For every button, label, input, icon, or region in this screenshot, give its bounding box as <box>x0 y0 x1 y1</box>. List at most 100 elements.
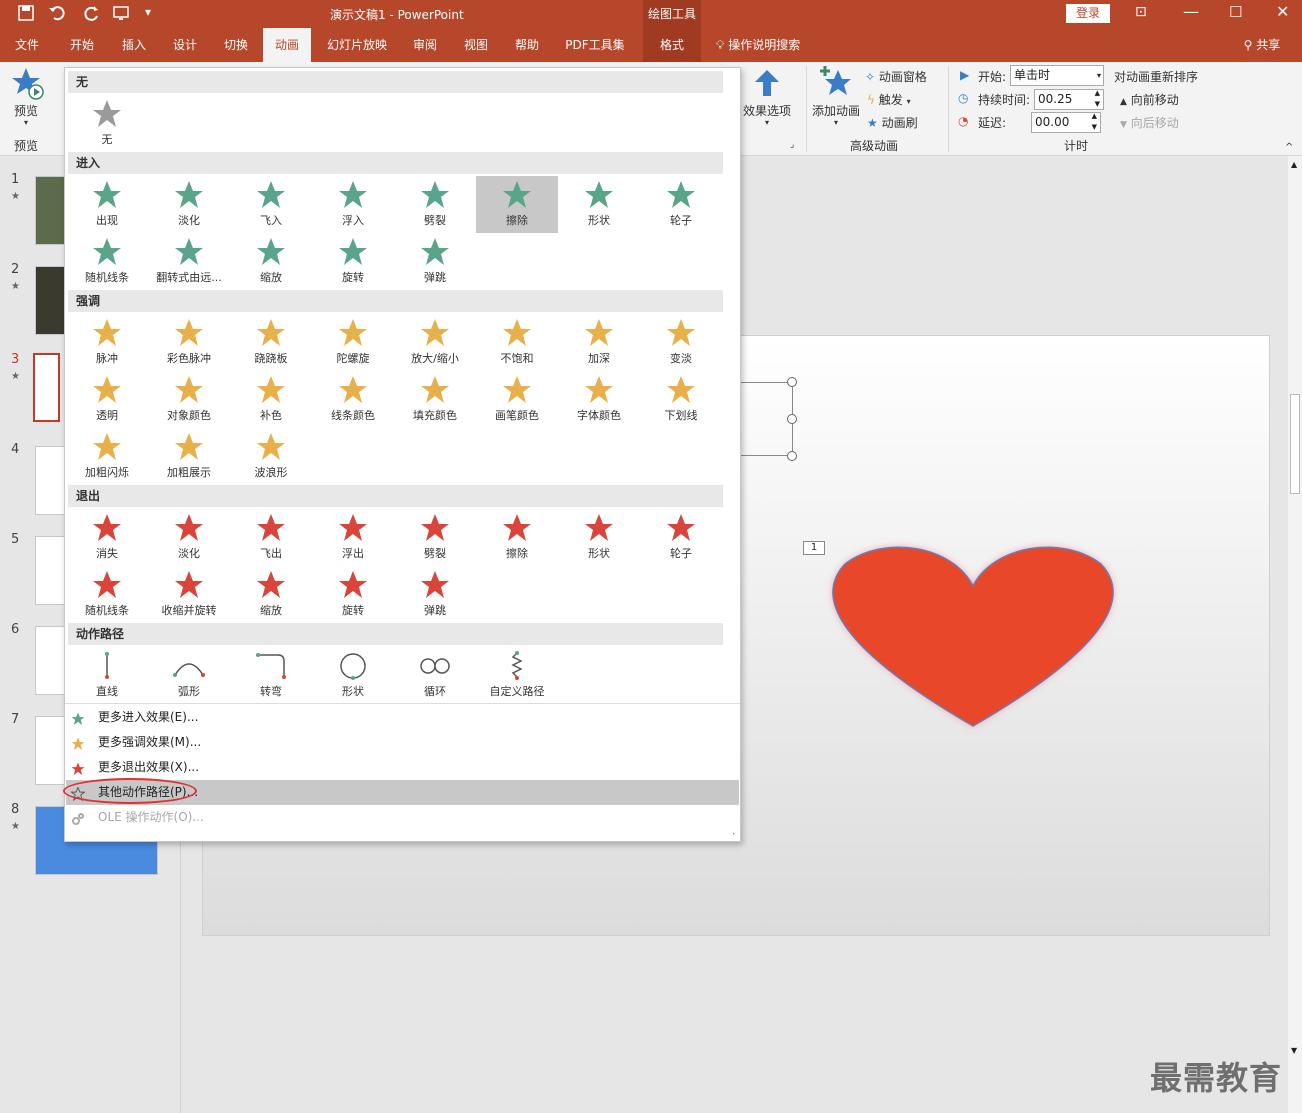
effect-item[interactable]: 放大/缩小 <box>394 314 476 371</box>
effect-item[interactable]: 加深 <box>558 314 640 371</box>
heart-shape[interactable] <box>821 536 1121 736</box>
effect-item[interactable]: 彩色脉冲 <box>148 314 230 371</box>
effect-item[interactable]: 脉冲 <box>66 314 148 371</box>
effect-item[interactable]: 下划线 <box>640 371 722 428</box>
preview-button[interactable]: 预览 ▾ <box>12 66 44 127</box>
effect-item[interactable]: 波浪形 <box>230 428 312 485</box>
effect-item[interactable]: 弹跳 <box>394 566 476 623</box>
slide-thumbnail-selected[interactable] <box>33 353 60 422</box>
effect-item[interactable]: 擦除 <box>476 509 558 566</box>
effect-item[interactable]: 画笔颜色 <box>476 371 558 428</box>
duration-stepper[interactable]: 00.25 ▲ ▼ <box>1034 89 1104 110</box>
effect-item[interactable]: 旋转 <box>312 566 394 623</box>
effect-item[interactable]: 轮子 <box>640 509 722 566</box>
effect-item[interactable]: 劈裂 <box>394 176 476 233</box>
effect-item[interactable]: 字体颜色 <box>558 371 640 428</box>
effect-item[interactable]: 透明 <box>66 371 148 428</box>
effect-item[interactable]: 擦除 <box>476 176 558 233</box>
effect-none[interactable]: 无 <box>66 95 148 152</box>
text-placeholder-box[interactable] <box>741 382 793 456</box>
effect-item[interactable]: 循环 <box>394 647 476 704</box>
effect-item[interactable]: 浮入 <box>312 176 394 233</box>
effect-item[interactable]: 形状 <box>558 176 640 233</box>
effect-item[interactable]: 不饱和 <box>476 314 558 371</box>
resize-handle[interactable] <box>787 414 797 424</box>
effect-item[interactable]: 淡化 <box>148 509 230 566</box>
resize-handle[interactable] <box>787 451 797 461</box>
effect-item[interactable]: 淡化 <box>148 176 230 233</box>
effect-item[interactable]: 陀螺旋 <box>312 314 394 371</box>
animation-painter-button[interactable]: ★ 动画刷 <box>867 114 918 131</box>
redo-icon[interactable] <box>84 5 100 24</box>
effect-item[interactable]: 随机线条 <box>66 233 148 290</box>
start-select[interactable]: 单击时 ▾ <box>1010 65 1104 86</box>
tab-insert[interactable]: 插入 <box>110 28 158 62</box>
effect-item[interactable]: 浮出 <box>312 509 394 566</box>
effect-item[interactable]: 劈裂 <box>394 509 476 566</box>
tab-animations[interactable]: 动画 <box>263 28 311 62</box>
effect-item[interactable]: 收缩并旋转 <box>148 566 230 623</box>
resize-handle[interactable] <box>787 377 797 387</box>
stepper-arrows-icon[interactable]: ▲ ▼ <box>1092 111 1097 133</box>
share-button[interactable]: ⚲ 共享 <box>1234 28 1290 62</box>
collapse-ribbon-icon[interactable]: ^ <box>1285 142 1293 153</box>
delay-stepper[interactable]: 00.00 ▲ ▼ <box>1031 112 1101 133</box>
customize-qat-icon[interactable]: ▾ <box>145 5 151 19</box>
effect-item[interactable]: 轮子 <box>640 176 722 233</box>
minimize-icon[interactable]: — <box>1183 2 1199 21</box>
scroll-down-icon[interactable]: ▼ <box>1291 1046 1297 1055</box>
close-icon[interactable]: ✕ <box>1276 2 1289 21</box>
tab-slideshow[interactable]: 幻灯片放映 <box>318 28 396 62</box>
trigger-button[interactable]: ϟ 触发 ▾ <box>867 91 911 108</box>
effect-item[interactable]: 形状 <box>558 509 640 566</box>
effect-item[interactable]: 对象颜色 <box>148 371 230 428</box>
effect-item[interactable]: 飞出 <box>230 509 312 566</box>
effect-item[interactable]: 加粗闪烁 <box>66 428 148 485</box>
ole-action-verbs[interactable]: OLE 操作动作(O)... <box>66 805 739 830</box>
more-entrance-effects[interactable]: 更多进入效果(E)... <box>66 705 739 730</box>
tab-home[interactable]: 开始 <box>58 28 106 62</box>
effect-item[interactable]: 缩放 <box>230 566 312 623</box>
effect-item[interactable]: 填充颜色 <box>394 371 476 428</box>
tab-format[interactable]: 格式 <box>643 28 701 62</box>
scroll-up-icon[interactable]: ▲ <box>1291 160 1297 169</box>
effect-item[interactable]: 变淡 <box>640 314 722 371</box>
undo-icon[interactable] <box>48 5 68 24</box>
effect-item[interactable]: 加粗展示 <box>148 428 230 485</box>
effect-item[interactable]: 跷跷板 <box>230 314 312 371</box>
more-exit-effects[interactable]: 更多退出效果(X)... <box>66 755 739 780</box>
resize-grip-icon[interactable]: ⠠ <box>729 828 736 838</box>
move-earlier-button[interactable]: ▲ 向前移动 <box>1120 91 1179 108</box>
effect-item[interactable]: 直线 <box>66 647 148 704</box>
save-icon[interactable] <box>18 5 34 24</box>
effect-item[interactable]: 消失 <box>66 509 148 566</box>
login-button[interactable]: 登录 <box>1066 4 1110 23</box>
start-from-beginning-icon[interactable] <box>112 5 132 24</box>
more-emphasis-effects[interactable]: 更多强调效果(M)... <box>66 730 739 755</box>
effect-item[interactable]: 补色 <box>230 371 312 428</box>
ribbon-display-icon[interactable]: ⊡ <box>1135 4 1147 20</box>
effect-item[interactable]: 形状 <box>312 647 394 704</box>
tab-help[interactable]: 帮助 <box>504 28 550 62</box>
effect-item[interactable]: 弧形 <box>148 647 230 704</box>
tab-design[interactable]: 设计 <box>162 28 208 62</box>
move-later-button[interactable]: ▼ 向后移动 <box>1120 114 1179 131</box>
maximize-icon[interactable]: ☐ <box>1229 3 1242 21</box>
effect-item[interactable]: 随机线条 <box>66 566 148 623</box>
effect-item[interactable]: 缩放 <box>230 233 312 290</box>
effect-item[interactable]: 弹跳 <box>394 233 476 290</box>
stepper-arrows-icon[interactable]: ▲ ▼ <box>1095 88 1100 110</box>
effect-item[interactable]: 自定义路径 <box>476 647 558 704</box>
tab-transitions[interactable]: 切换 <box>212 28 260 62</box>
tell-me-search[interactable]: 💡︎ 操作说明搜索 <box>716 28 820 62</box>
effect-options-button[interactable]: 效果选项 ▾ <box>743 68 795 128</box>
effect-item[interactable]: 出现 <box>66 176 148 233</box>
tab-file[interactable]: 文件 <box>4 28 50 62</box>
effect-item[interactable]: 线条颜色 <box>312 371 394 428</box>
vertical-scrollbar[interactable]: ▲ ▼ <box>1288 156 1302 1113</box>
effect-item[interactable]: 旋转 <box>312 233 394 290</box>
tab-pdf-tools[interactable]: PDF工具集 <box>556 28 634 62</box>
tab-view[interactable]: 视图 <box>452 28 500 62</box>
effect-item[interactable]: 转弯 <box>230 647 312 704</box>
animation-pane-button[interactable]: ✧ 动画窗格 <box>865 68 927 85</box>
